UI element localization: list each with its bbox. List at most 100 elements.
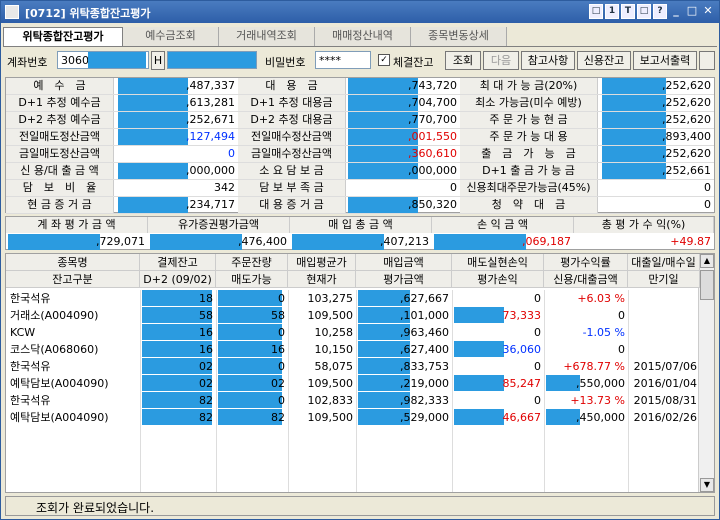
summary-value: ,252,620 — [662, 113, 711, 126]
table-cell — [628, 324, 700, 341]
table-cell: 109,500 — [307, 377, 354, 390]
summary-label: D+1 추정 대용금 — [238, 95, 346, 111]
table-cell — [628, 307, 700, 324]
summary-value: 0 — [704, 181, 711, 194]
window-title: [0712] 위탁종합잔고평가 — [25, 7, 151, 20]
summary-value: ,252,620 — [662, 79, 711, 92]
table-cell: ,101,000 — [400, 309, 449, 322]
summary-label: D+2 추정 예수금 — [6, 112, 114, 128]
summary-value: ,127,494 — [186, 130, 235, 143]
title-tool-button[interactable]: □ — [589, 4, 603, 19]
column-header[interactable]: 매도실현손익 — [452, 254, 544, 271]
table-cell: 46,667 — [502, 411, 542, 424]
summary-value: ,234,717 — [186, 198, 235, 211]
vertical-scrollbar[interactable]: ▲ ▼ — [698, 254, 714, 492]
column-header[interactable]: 매도가능 — [216, 271, 288, 288]
summary-label: 주 문 가 능 현 금 — [460, 112, 598, 128]
table-cell: ,833,753 — [400, 360, 449, 373]
summary-label: 전일매수정산금액 — [238, 129, 346, 145]
totals-panel: 계 좌 평 가 금 액 ,729,071 유가증권평가금액 ,476,400 매 입 총… — [5, 216, 715, 250]
summary-label: 주 문 가 능 대 용 — [460, 129, 598, 145]
summary-label: 대 용 증 거 금 — [238, 197, 346, 213]
tab-deposit[interactable]: 예수금조회 — [123, 27, 219, 46]
column-header[interactable]: D+2 (09/02) — [140, 271, 216, 288]
title-tool-button[interactable]: T — [621, 4, 635, 19]
summary-value: 342 — [214, 181, 235, 194]
table-cell: 0 — [534, 394, 541, 407]
total-header: 계 좌 평 가 금 액 — [6, 217, 148, 233]
summary-row: 예 수 금 ,487,337 대 용 금 ,743,720 최 대 가 능 금(20%)… — [6, 78, 714, 95]
table-cell: 82 — [199, 411, 213, 424]
column-header[interactable]: 잔고구분 — [6, 271, 140, 288]
summary-value: ,000,000 — [408, 164, 457, 177]
help-icon[interactable]: ? — [653, 4, 667, 19]
total-value: ,476,400 — [238, 235, 287, 248]
column-header[interactable]: 신용/대출금액 — [544, 271, 628, 288]
summary-value: ,360,610 — [408, 147, 457, 160]
password-input[interactable]: **** — [315, 51, 371, 69]
column-header[interactable]: 평가손익 — [452, 271, 544, 288]
tab-stock-change[interactable]: 종목변동상세 — [411, 27, 507, 46]
reference-button[interactable]: 참고사항 — [521, 51, 575, 70]
title-bar: [0712] 위탁종합잔고평가 □ 1 T □ ? _ □ ✕ — [1, 1, 719, 23]
account-label: 계좌번호 — [7, 56, 48, 69]
column-header[interactable]: 현재가 — [288, 271, 356, 288]
column-header[interactable]: 대출일/매수일 — [628, 254, 700, 271]
table-cell: ,550,000 — [576, 377, 625, 390]
table-cell — [628, 341, 700, 358]
title-tool-button[interactable]: □ — [637, 4, 651, 19]
summary-label: 청 약 대 금 — [460, 197, 598, 213]
table-cell: ,627,400 — [400, 343, 449, 356]
table-cell: 거래소(A004090) — [10, 309, 99, 322]
summary-value: 0 — [704, 198, 711, 211]
table-cell: 0 — [534, 326, 541, 339]
scroll-thumb[interactable] — [700, 270, 714, 300]
tab-bar: 위탁종합잔고평가 예수금조회 거래내역조회 매매정산내역 종목변동상세 — [3, 27, 717, 47]
table-cell: 예탁담보(A004090) — [10, 411, 109, 424]
summary-label: 예 수 금 — [6, 78, 114, 94]
print-report-button[interactable]: 보고서출력 — [633, 51, 697, 70]
scroll-down-icon[interactable]: ▼ — [700, 478, 714, 492]
total-value: ,069,187 — [522, 235, 571, 248]
column-header[interactable]: 매입평균가 — [288, 254, 356, 271]
summary-value: 0 — [450, 181, 457, 194]
account-value: 3060 — [61, 54, 89, 67]
maximize-icon[interactable]: □ — [685, 4, 699, 19]
summary-value: ,613,281 — [186, 96, 235, 109]
account-input[interactable]: 3060 — [57, 51, 149, 69]
column-header[interactable]: 주문잔량 — [216, 254, 288, 271]
tab-settlement[interactable]: 매매정산내역 — [315, 27, 411, 46]
table-cell: 58,075 — [314, 360, 354, 373]
extra-button[interactable] — [699, 51, 715, 70]
column-header[interactable]: 평가금액 — [356, 271, 452, 288]
query-button[interactable]: 조회 — [445, 51, 481, 70]
contract-balance-checkbox[interactable]: ✓ — [378, 54, 390, 66]
table-cell: 85,247 — [502, 377, 542, 390]
table-cell: 58 — [271, 309, 285, 322]
scroll-up-icon[interactable]: ▲ — [700, 254, 714, 268]
column-header[interactable]: 결제잔고 — [140, 254, 216, 271]
table-cell: 10,258 — [314, 326, 354, 339]
summary-label: 최 대 가 능 금(20%) — [460, 78, 598, 94]
column-header[interactable]: 매입금액 — [356, 254, 452, 271]
table-cell: 58 — [199, 309, 213, 322]
title-tool-button[interactable]: 1 — [605, 4, 619, 19]
total-header: 총 평 가 수 익(%) — [574, 217, 714, 233]
table-cell: 2016/01/04 — [633, 377, 697, 390]
table-cell: -1.05 % — [582, 326, 625, 339]
table-cell: ,963,460 — [400, 326, 449, 339]
column-header[interactable]: 만기일 — [628, 271, 700, 288]
tab-transactions[interactable]: 거래내역조회 — [219, 27, 315, 46]
summary-row: 현 금 증 거 금 ,234,717 대 용 증 거 금 ,850,320 청 약 대 … — [6, 197, 714, 214]
summary-value: ,893,400 — [662, 130, 711, 143]
minimize-icon[interactable]: _ — [669, 4, 683, 19]
next-button[interactable]: 다음 — [483, 51, 519, 70]
credit-balance-button[interactable]: 신용잔고 — [577, 51, 631, 70]
close-icon[interactable]: ✕ — [701, 4, 715, 19]
account-search-button[interactable]: H — [151, 51, 165, 70]
column-header[interactable]: 종목명 — [6, 254, 140, 271]
total-value: ,729,071 — [96, 235, 145, 248]
column-header[interactable]: 평가수익률 — [544, 254, 628, 271]
total-value: ,407,213 — [380, 235, 429, 248]
tab-balance-eval[interactable]: 위탁종합잔고평가 — [3, 27, 123, 46]
